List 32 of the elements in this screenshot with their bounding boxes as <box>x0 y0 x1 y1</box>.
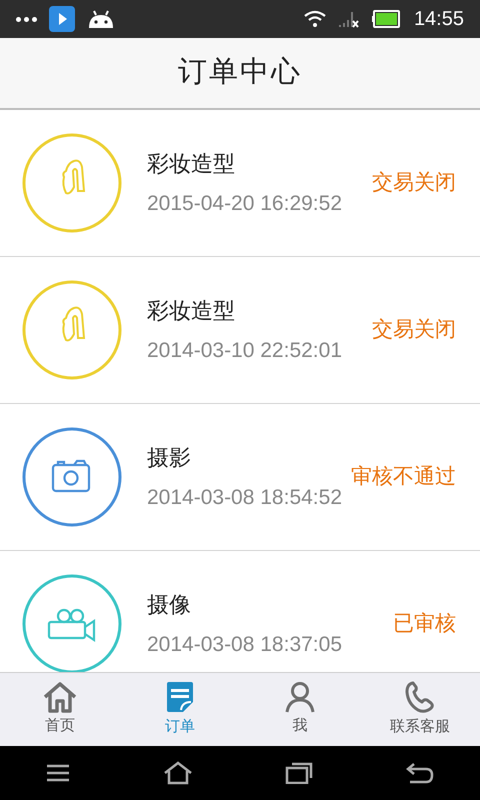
wifi-icon <box>304 10 326 28</box>
more-icon <box>16 16 37 22</box>
order-time: 2014-03-08 18:54:52 <box>147 484 342 511</box>
order-title: 彩妆造型 <box>147 296 236 325</box>
battery-icon <box>372 10 402 28</box>
order-row[interactable]: 摄影 2014-03-08 18:54:52 审核不通过 <box>0 404 480 551</box>
signal-icon <box>338 10 360 28</box>
clock: 14:55 <box>414 7 464 32</box>
order-status: 审核不通过 <box>351 464 456 490</box>
order-time: 2015-04-20 16:29:52 <box>147 190 342 217</box>
order-status: 交易关闭 <box>372 317 456 344</box>
recent-apps-icon[interactable] <box>285 762 314 784</box>
order-time: 2014-03-08 18:37:05 <box>147 632 342 658</box>
home-icon <box>42 681 78 714</box>
tab[interactable]: 联系客服 <box>360 673 480 746</box>
page-title: 订单中心 <box>178 55 302 90</box>
order-title: 摄像 <box>147 590 192 619</box>
order-status: 交易关闭 <box>372 170 456 196</box>
person-icon <box>284 681 316 714</box>
tab[interactable]: 首页 <box>0 673 120 746</box>
back-icon[interactable] <box>406 762 434 784</box>
order-time: 2014-03-10 22:52:01 <box>147 338 342 364</box>
phone-icon <box>404 680 436 714</box>
menu-icon[interactable] <box>46 763 70 783</box>
order-status: 已审核 <box>393 611 456 638</box>
tab[interactable]: 我 <box>240 673 360 746</box>
order-title: 彩妆造型 <box>147 150 236 178</box>
order-title: 摄影 <box>147 444 192 472</box>
order-row[interactable]: 彩妆造型 2015-04-20 16:29:52 交易关闭 <box>0 110 480 257</box>
document-icon <box>165 680 195 714</box>
home-icon[interactable] <box>162 761 193 785</box>
order-row[interactable]: 彩妆造型 2014-03-10 22:52:01 交易关闭 <box>0 257 480 404</box>
